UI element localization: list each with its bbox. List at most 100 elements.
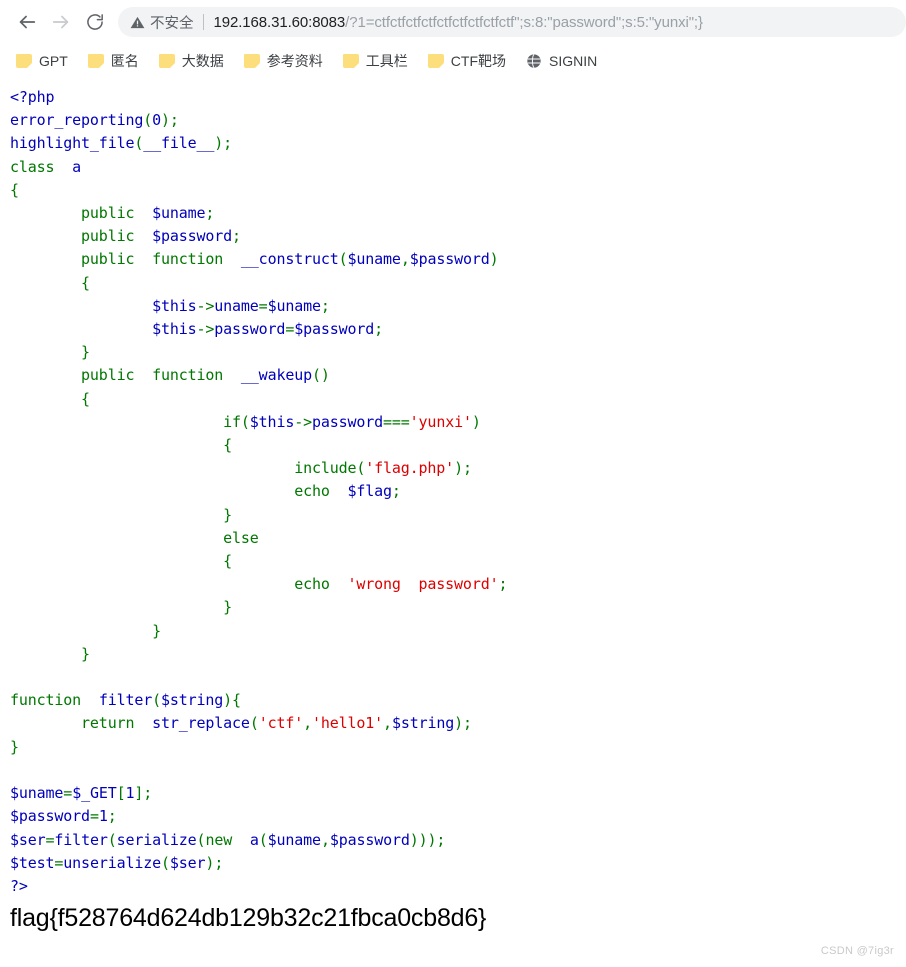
code-token: error_reporting [10,111,144,130]
code-token: ( [240,412,250,431]
code-token: include [294,459,357,478]
code-token: $password [409,250,490,269]
code-token: ) [161,111,170,130]
code-token: ))) [409,830,437,849]
code-token: ?> [10,876,28,895]
code-token: 'yunxi' [409,412,472,431]
code-token: new [205,830,233,849]
code-token: str_replace [152,714,250,733]
code-token: ; [232,227,241,246]
bookmark-label: GPT [39,53,68,69]
code-token: $this [249,412,295,431]
code-token: { [10,180,19,199]
code-token: ; [214,853,224,872]
bookmark-item[interactable]: 工具栏 [341,48,410,74]
folder-icon [16,54,32,68]
bookmark-label: CTF靶场 [450,53,506,69]
code-token: } [10,737,19,756]
code-token: public [81,250,135,269]
bookmark-item[interactable]: 匿名 [86,48,141,74]
url-display[interactable]: 192.168.31.60:8083/?1=ctfctfctfctfctfctf… [214,14,703,31]
code-token: $password [329,830,410,849]
bookmark-item[interactable]: CTF靶场 [426,48,508,74]
code-token: $uname [267,830,321,849]
address-bar[interactable]: 不安全 192.168.31.60:8083/?1=ctfctfctfctfct… [118,7,906,37]
code-token: ( [143,111,153,130]
folder-icon [427,54,444,68]
code-token: $flag [347,482,392,501]
code-token: -> [196,320,215,339]
reload-icon [85,12,105,32]
code-token: function [152,250,224,269]
code-token: = [285,320,295,339]
code-token: public [81,204,135,223]
code-token: ( [161,853,170,872]
bookmark-item[interactable]: 大数据 [157,48,226,74]
security-status[interactable]: 不安全 [130,12,194,33]
bookmarks-bar: GPT 匿名 大数据 参考资料 工具栏 CTF靶场 SIGNIN [0,44,906,78]
code-token: $uname [152,204,206,223]
code-token: ) [471,412,481,431]
back-button[interactable] [10,5,44,39]
code-token: 'hello1' [312,714,384,733]
forward-arrow-icon [50,11,72,33]
code-token: ; [436,830,446,849]
code-token: -> [294,412,312,431]
code-token: unserialize [63,853,161,872]
code-token: ; [374,320,384,339]
code-token: 'wrong password' [347,575,499,594]
code-token: ; [463,714,472,733]
code-token: () [311,366,330,385]
bookmark-label: SIGNIN [549,53,598,69]
folder-icon [87,54,104,68]
code-token: function [152,366,224,385]
code-token: ( [152,691,161,710]
code-token: -> [196,296,215,315]
code-token: { [81,389,90,408]
code-token: 'flag.php' [365,459,455,478]
folder-icon [243,54,260,68]
code-token: ( [338,250,348,269]
code-token: ; [320,296,330,315]
code-token: ) [214,134,224,153]
code-token: ( [249,714,259,733]
code-token: ] [134,784,144,803]
code-token: $uname [10,784,64,803]
code-token: , [383,714,392,733]
bookmark-item[interactable]: GPT [14,48,70,74]
forward-button[interactable] [44,5,78,39]
code-token: ; [498,575,508,594]
reload-button[interactable] [78,5,112,39]
code-token: ; [143,784,153,803]
warning-triangle-icon [130,15,150,30]
code-token: { [81,273,90,292]
code-token: ; [205,204,215,223]
code-token: { [223,436,233,455]
back-arrow-icon [16,11,38,33]
code-token: ){ [223,691,241,710]
code-token: ; [169,111,179,130]
bookmark-item[interactable]: 参考资料 [242,48,325,74]
code-token: = [63,784,73,803]
code-token: __construct [240,250,339,269]
bookmark-item[interactable]: SIGNIN [524,48,599,74]
